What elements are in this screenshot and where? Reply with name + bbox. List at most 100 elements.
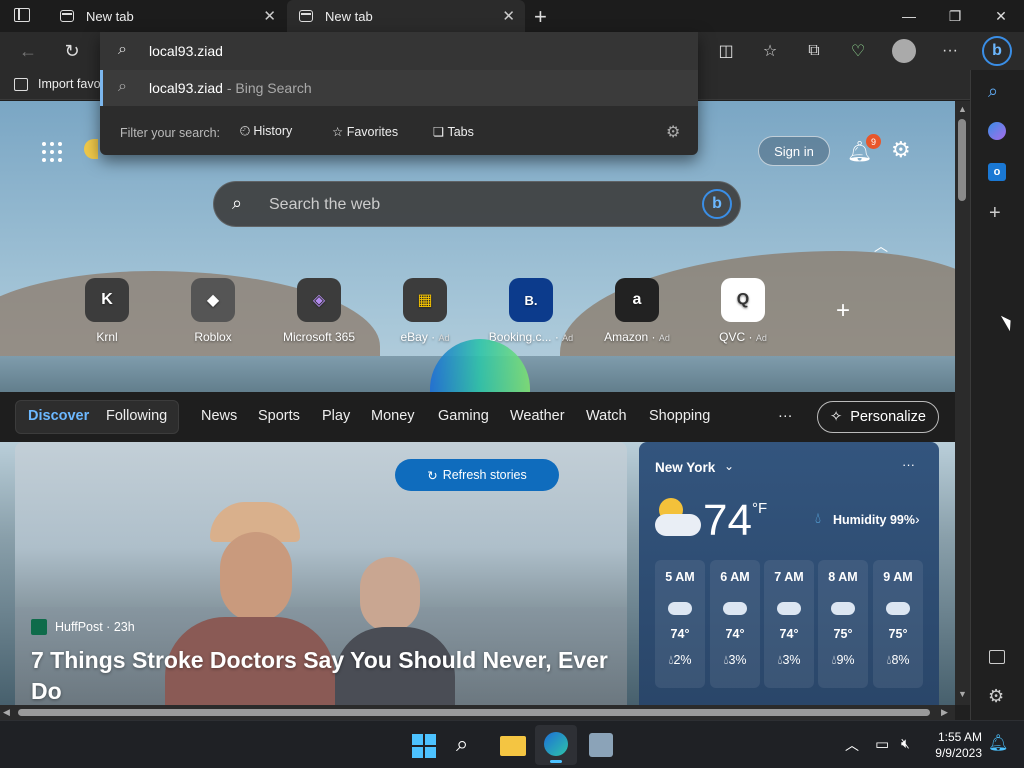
restore-button[interactable]: ❐ — [932, 0, 978, 32]
outlook-icon[interactable]: o — [988, 163, 1006, 181]
browser-essentials-icon[interactable]: ♡ — [846, 40, 870, 62]
scroll-up-arrow[interactable]: ▲ — [958, 104, 967, 114]
edge-app-icon[interactable] — [535, 725, 577, 765]
personalize-button[interactable]: ✧ Personalize — [817, 401, 939, 433]
shortcut-tile[interactable]: ▦ eBay · Ad — [375, 278, 475, 344]
file-explorer-icon[interactable] — [500, 736, 526, 756]
show-hidden-icons[interactable]: ︿ — [845, 735, 859, 755]
weather-card[interactable]: New York ⌄ ··· 74 °F 💧︎ Humidity 99% › 5… — [639, 442, 939, 705]
add-sidebar-app-icon[interactable]: + — [989, 202, 1001, 225]
shortcut-tile[interactable]: ◈ Microsoft 365 — [269, 278, 369, 344]
filter-favorites[interactable]: ☆ Favorites — [332, 124, 398, 139]
hide-sidebar-icon[interactable] — [989, 650, 1005, 664]
edge-logo-watermark — [430, 339, 530, 399]
sign-in-button[interactable]: Sign in — [758, 136, 830, 166]
cloud-icon — [668, 602, 692, 615]
close-window-button[interactable]: ✕ — [978, 0, 1024, 32]
chevron-right-icon[interactable]: › — [915, 511, 920, 527]
tab-1[interactable]: New tab ✕ — [48, 0, 286, 32]
shortcut-tile[interactable]: K Krnl — [57, 278, 157, 344]
tab-money[interactable]: Money — [371, 408, 415, 424]
profile-avatar[interactable] — [892, 39, 916, 63]
minimize-button[interactable]: — — [886, 0, 932, 32]
weather-sun-icon[interactable] — [84, 139, 98, 159]
add-shortcut-icon[interactable]: + — [836, 297, 850, 325]
tab-following[interactable]: Following — [106, 408, 167, 424]
shortcut-tile[interactable]: a Amazon · Ad — [587, 278, 687, 344]
new-tab-icon — [60, 10, 74, 22]
new-tab-button[interactable]: + — [534, 4, 547, 30]
horizontal-scrollbar[interactable]: ◀ ▶ — [0, 705, 955, 720]
tab-2[interactable]: New tab ✕ — [287, 0, 525, 32]
collapse-icon[interactable]: ︿ — [874, 236, 888, 256]
tab-gaming[interactable]: Gaming — [438, 408, 489, 424]
hour-temp: 74° — [779, 627, 799, 641]
search-icon: ⌕ — [118, 41, 127, 58]
scroll-down-arrow[interactable]: ▼ — [958, 689, 967, 699]
clock[interactable]: 1:55 AM 9/9/2023 — [928, 729, 982, 761]
weather-city[interactable]: New York — [655, 460, 715, 475]
tab-actions-icon[interactable] — [14, 8, 30, 22]
filter-settings-icon[interactable]: ⚙ — [666, 122, 680, 142]
close-tab-icon[interactable]: ✕ — [502, 7, 515, 25]
split-screen-icon[interactable]: ◫ — [714, 40, 738, 62]
search-icon[interactable]: ⌕ — [988, 81, 998, 102]
search-icon[interactable]: ⌕ — [456, 731, 468, 757]
bing-chat-icon[interactable]: b — [702, 189, 732, 219]
notification-center-icon[interactable]: 🔔︎ — [988, 733, 1008, 753]
scrollbar-thumb[interactable] — [958, 119, 966, 201]
refresh-stories-button[interactable]: ↻ Refresh stories — [395, 459, 559, 491]
tab-weather[interactable]: Weather — [510, 408, 565, 424]
refresh-icon[interactable]: ↻ — [60, 40, 84, 62]
volume-muted-icon[interactable]: 🔇︎ — [901, 735, 910, 752]
favorites-icon[interactable]: ☆ — [758, 40, 782, 62]
address-bar[interactable]: ⌕ local93.ziad — [100, 32, 698, 70]
humidity-value[interactable]: Humidity 99% — [833, 513, 915, 527]
filter-label: Filter your search: — [120, 126, 221, 140]
network-icon[interactable]: ▭ — [875, 735, 889, 753]
scroll-right-arrow[interactable]: ▶ — [941, 707, 948, 718]
story-card[interactable]: ↻ Refresh stories HuffPost · 23h 7 Thing… — [15, 442, 627, 705]
more-topics-icon[interactable]: ··· — [778, 408, 793, 424]
web-search-box[interactable]: ⌕ Search the web b — [213, 181, 741, 227]
close-tab-icon[interactable]: ✕ — [263, 7, 276, 25]
scrollbar-thumb[interactable] — [18, 709, 930, 716]
shortcut-tile[interactable]: B. Booking.c... · Ad — [481, 278, 581, 344]
import-icon — [14, 77, 28, 91]
apps-launcher-icon[interactable] — [42, 142, 62, 162]
refresh-stories-label: Refresh stories — [442, 468, 527, 482]
hourly-forecast-item: 6 AM 74° 💧︎3% — [710, 560, 760, 688]
hour-precip: 💧︎2% — [668, 653, 692, 667]
bing-copilot-icon[interactable]: b — [982, 36, 1012, 66]
filter-tabs[interactable]: ❏ Tabs — [433, 124, 474, 139]
tab-shopping[interactable]: Shopping — [649, 408, 710, 424]
start-icon[interactable] — [412, 734, 436, 758]
sidebar-settings-icon[interactable]: ⚙ — [988, 686, 1004, 707]
shortcut-tile[interactable]: ◆ Roblox — [163, 278, 263, 344]
filter-history[interactable]: 🕘︎ History — [240, 124, 292, 139]
tab-watch[interactable]: Watch — [586, 408, 627, 424]
tab-1-label: New tab — [86, 8, 134, 24]
ad-label: Ad — [658, 333, 670, 343]
address-input[interactable]: local93.ziad — [149, 43, 223, 59]
back-icon[interactable]: ← — [16, 40, 40, 62]
collections-icon[interactable]: ⧉ — [802, 40, 826, 62]
search-suggestion[interactable]: ⌕ local93.ziad - Bing Search — [100, 70, 698, 106]
vertical-scrollbar[interactable]: ▲ ▼ — [955, 101, 970, 705]
tab-play[interactable]: Play — [322, 408, 350, 424]
cloud-icon — [886, 602, 910, 615]
tab-sports[interactable]: Sports — [258, 408, 300, 424]
import-favorites-button[interactable]: Import favo — [14, 77, 101, 91]
weather-more-icon[interactable]: ··· — [902, 457, 915, 472]
more-options-icon[interactable]: ··· — [938, 40, 962, 62]
story-headline[interactable]: 7 Things Stroke Doctors Say You Should N… — [31, 645, 621, 705]
app-installer-icon[interactable] — [589, 733, 613, 757]
tab-news[interactable]: News — [201, 408, 237, 424]
copilot-icon[interactable] — [988, 122, 1006, 140]
temperature-unit: °F — [752, 500, 768, 517]
page-settings-icon[interactable]: ⚙ — [891, 137, 911, 163]
tab-discover[interactable]: Discover — [28, 408, 89, 424]
chevron-down-icon[interactable]: ⌄ — [724, 459, 734, 473]
scroll-left-arrow[interactable]: ◀ — [3, 707, 10, 718]
shortcut-tile[interactable]: Q QVC · Ad — [693, 278, 793, 344]
